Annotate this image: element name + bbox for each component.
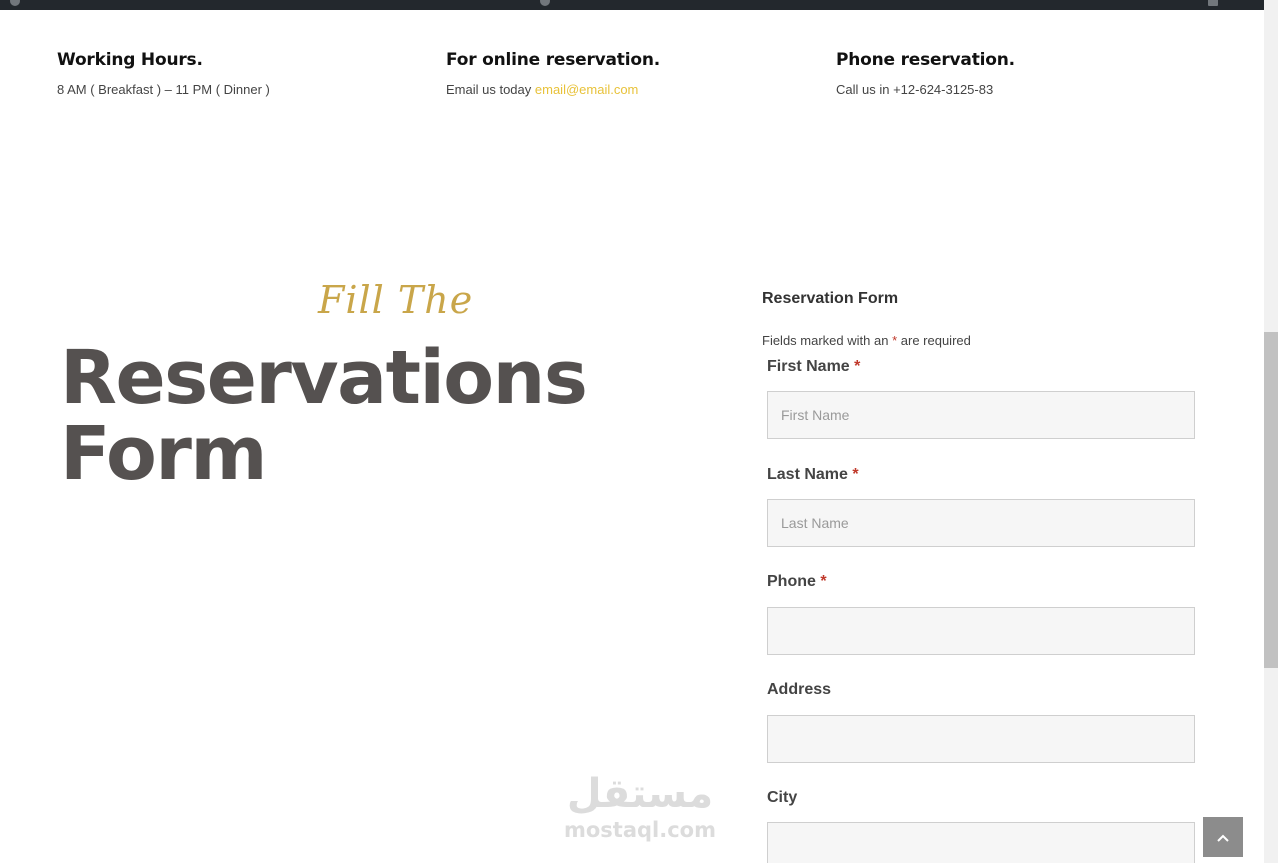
- working-hours-block: Working Hours. 8 AM ( Breakfast ) – 11 P…: [57, 50, 270, 97]
- hero-title-line-1: Reservations: [60, 335, 588, 421]
- online-reservation-block: For online reservation. Email us today e…: [446, 50, 660, 97]
- city-label: City: [767, 789, 797, 807]
- first-name-label-text: First Name: [767, 358, 850, 375]
- watermark-latin: mostaql.com: [564, 818, 716, 842]
- hero-title-line-2: Form: [60, 411, 268, 497]
- city-label-text: City: [767, 789, 798, 806]
- required-star: *: [892, 333, 898, 348]
- toolbar-icon[interactable]: [540, 0, 550, 6]
- phone-reservation-block: Phone reservation. Call us in +12-624-31…: [836, 50, 1015, 97]
- online-reservation-text: Email us today email@email.com: [446, 82, 660, 97]
- phone-reservation-text: Call us in +12-624-3125-83: [836, 82, 994, 97]
- online-reservation-title: For online reservation.: [446, 50, 660, 70]
- required-note: Fields marked with an * are required: [762, 333, 971, 348]
- back-to-top-button[interactable]: [1203, 817, 1243, 857]
- last-name-label-text: Last Name: [767, 466, 848, 483]
- required-note-tail: are required: [900, 333, 971, 348]
- admin-toolbar: [0, 0, 1264, 10]
- form-title: Reservation Form: [762, 290, 899, 307]
- first-name-required-star: *: [854, 358, 861, 375]
- address-label-text: Address: [767, 681, 832, 698]
- email-link[interactable]: email@email.com: [535, 82, 639, 97]
- scrollbar-thumb[interactable]: [1264, 332, 1278, 668]
- wordpress-logo-icon[interactable]: [10, 0, 20, 6]
- phone-reservation-title: Phone reservation.: [836, 50, 1015, 70]
- page-scrollbar[interactable]: [1264, 0, 1278, 863]
- last-name-input[interactable]: [767, 499, 1195, 547]
- address-input[interactable]: [767, 715, 1195, 763]
- mostaql-watermark: مستقل mostaql.com: [560, 770, 720, 842]
- required-note-lead: Fields marked with an: [762, 333, 889, 348]
- online-reservation-lead: Email us today: [446, 82, 532, 97]
- last-name-label: Last Name *: [767, 466, 859, 484]
- address-label: Address: [767, 681, 831, 699]
- hero-script-heading: Fill The: [318, 278, 474, 322]
- working-hours-text: 8 AM ( Breakfast ) – 11 PM ( Dinner ): [57, 82, 270, 97]
- hero-title: Reservations Form: [60, 335, 588, 497]
- toolbar-menu-icon[interactable]: [1208, 0, 1218, 6]
- phone-required-star: *: [820, 573, 827, 590]
- city-input[interactable]: [767, 822, 1195, 863]
- last-name-required-star: *: [852, 466, 859, 483]
- working-hours-title: Working Hours.: [57, 50, 203, 70]
- first-name-input[interactable]: [767, 391, 1195, 439]
- chevron-up-icon: [1217, 830, 1229, 845]
- phone-label: Phone *: [767, 573, 827, 591]
- first-name-label: First Name *: [767, 358, 860, 376]
- phone-label-text: Phone: [767, 573, 816, 590]
- watermark-arabic: مستقل: [566, 771, 714, 817]
- phone-input[interactable]: [767, 607, 1195, 655]
